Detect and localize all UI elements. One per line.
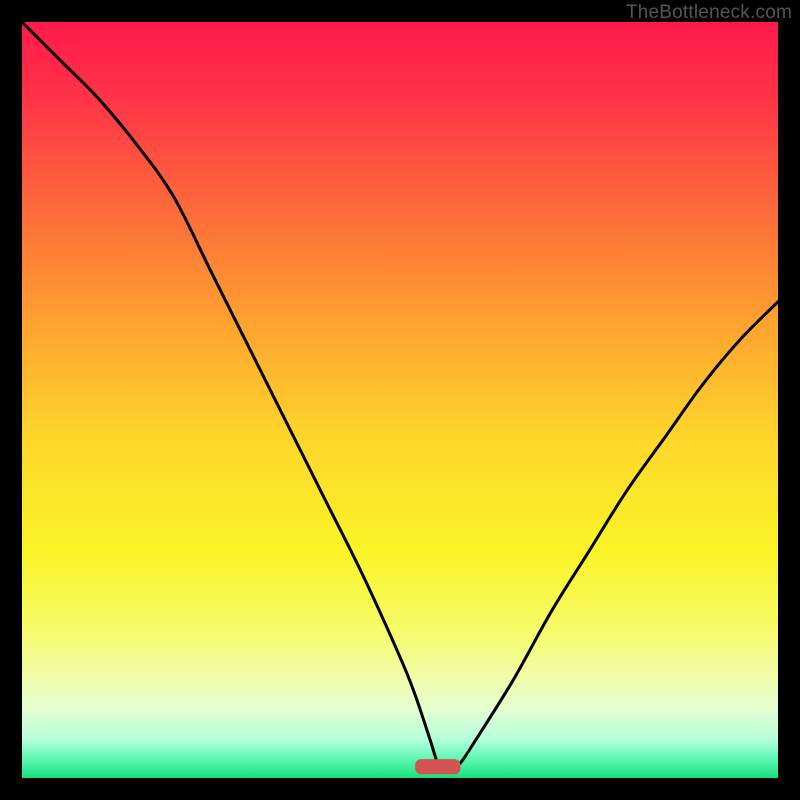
bottleneck-chart [0, 0, 800, 800]
optimal-marker [415, 759, 460, 774]
watermark-text: TheBottleneck.com [626, 2, 792, 24]
chart-container: TheBottleneck.com [0, 0, 800, 800]
plot-area [22, 22, 778, 778]
